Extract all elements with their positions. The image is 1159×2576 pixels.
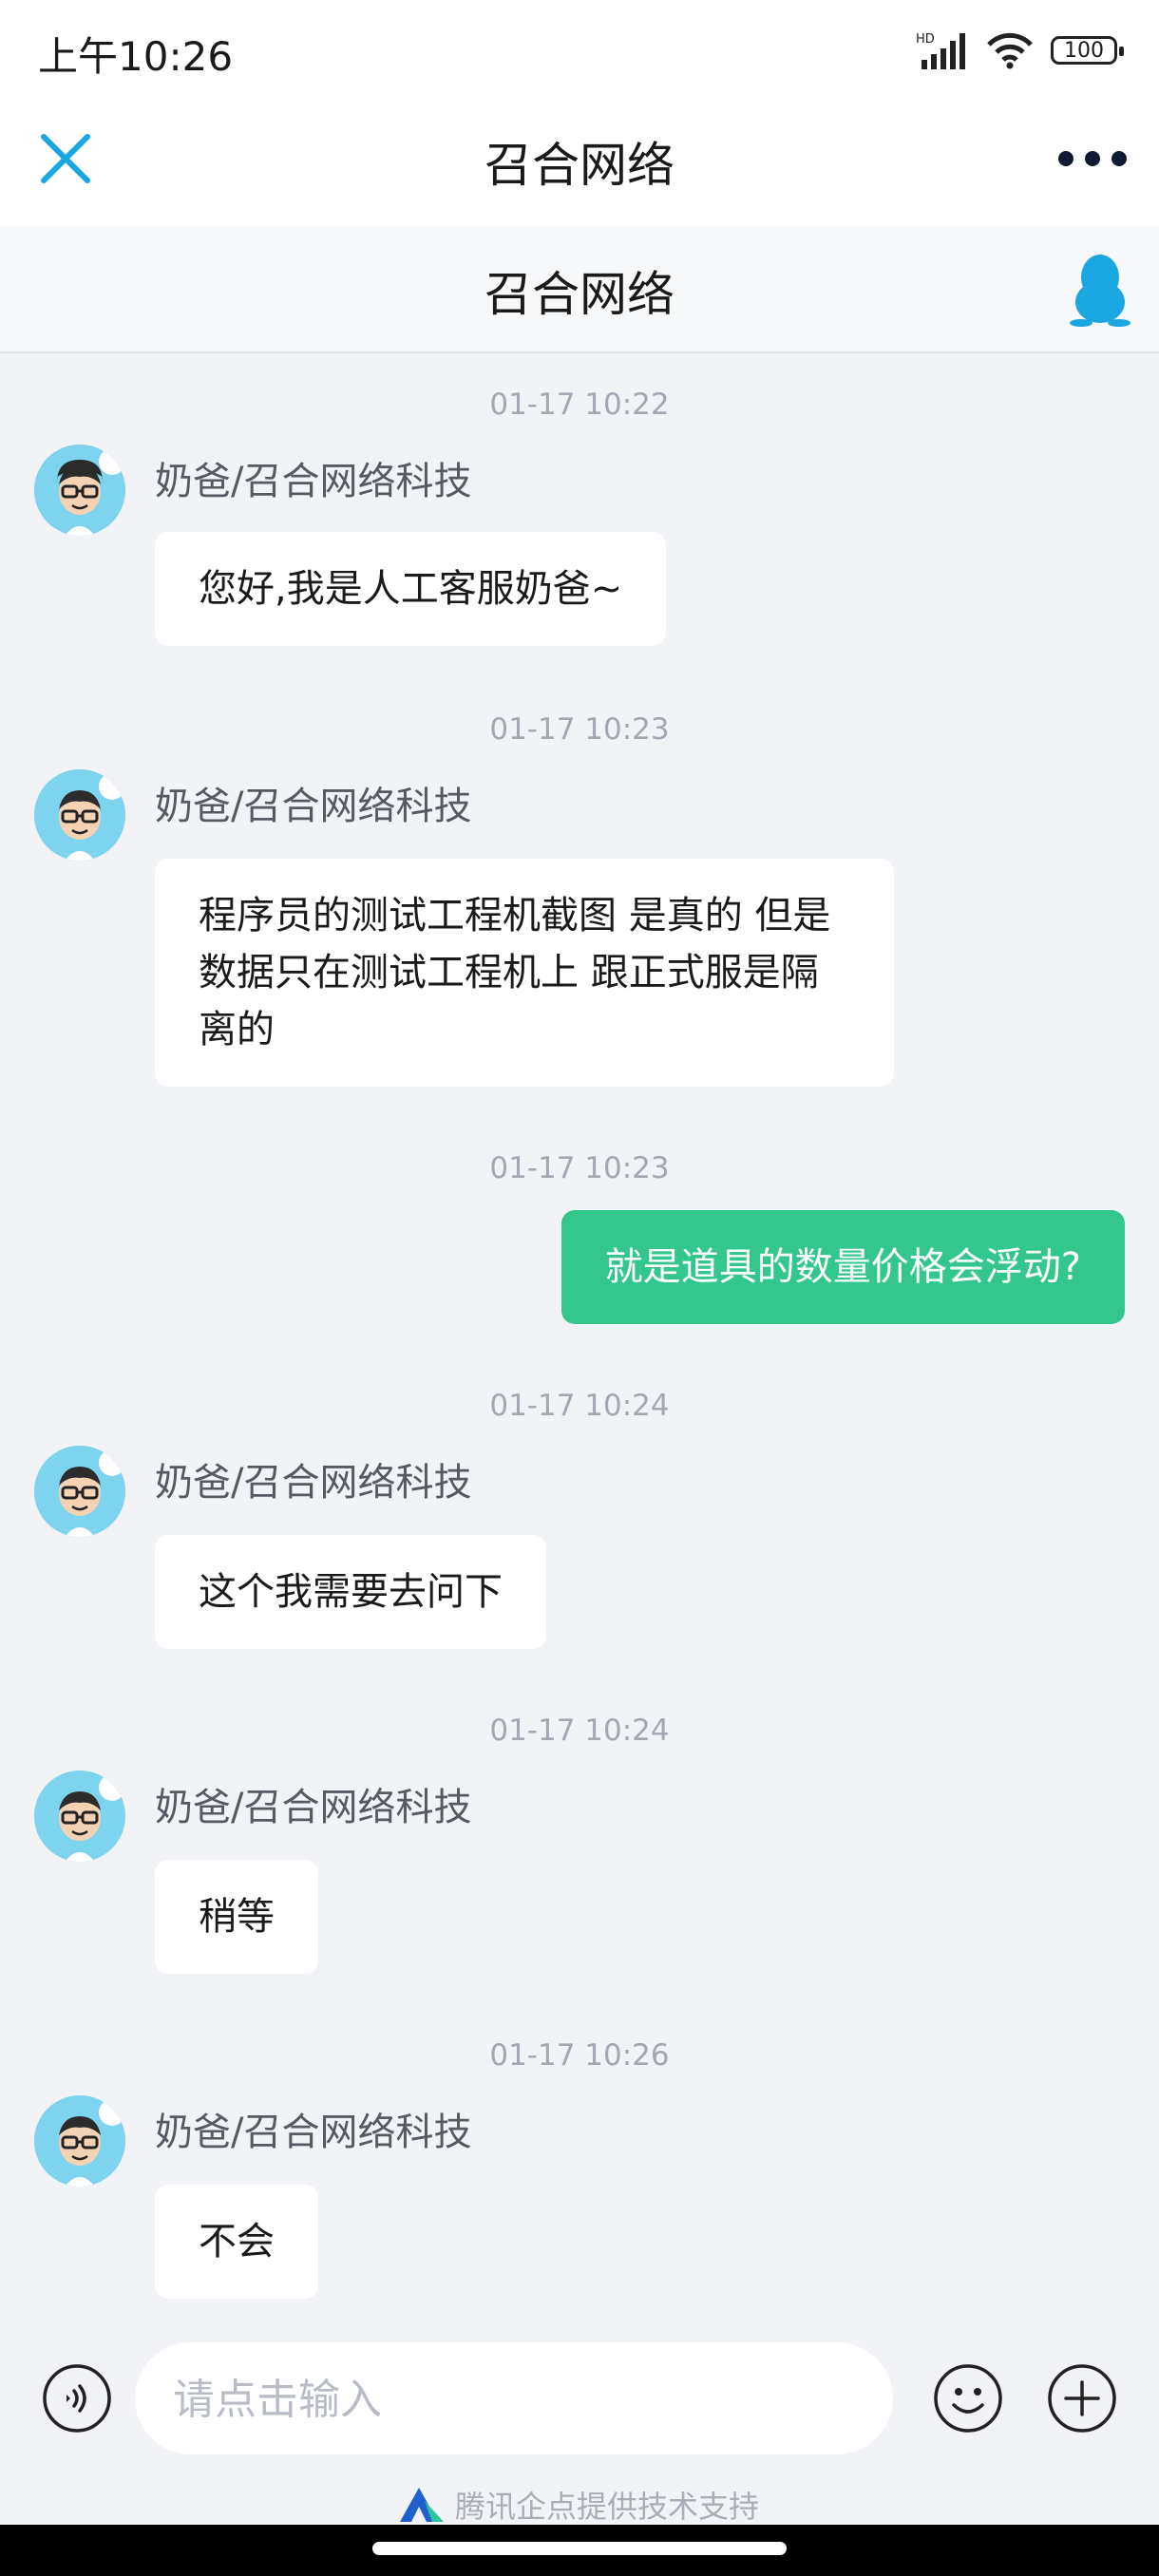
sender-name: 奶爸/召合网络科技 xyxy=(155,1786,472,1829)
agent-avatar-icon xyxy=(34,2095,125,2187)
wifi-icon xyxy=(987,32,1033,69)
tencent-qidian-logo-icon xyxy=(399,2488,444,2522)
chat-messages[interactable]: 01-17 10:22 奶爸/召合网络科技 您好,我是人工客服奶爸~ 01-17… xyxy=(0,353,1159,2323)
avatar[interactable] xyxy=(34,769,125,861)
nav-title: 召合网络 xyxy=(484,138,674,193)
qq-penguin-icon[interactable] xyxy=(1068,251,1132,327)
system-navigation-bar xyxy=(0,2525,1159,2576)
message-bubble[interactable]: 不会 xyxy=(155,2185,318,2299)
more-options-icon[interactable] xyxy=(1054,135,1130,182)
message-timestamp: 01-17 10:23 xyxy=(489,712,670,747)
message-bubble[interactable]: 您好,我是人工客服奶爸~ xyxy=(155,532,667,646)
message-input[interactable] xyxy=(171,2342,859,2456)
top-nav: 召合网络 xyxy=(0,99,1159,226)
chat-header: 召合网络 xyxy=(0,226,1159,353)
add-attachment-icon[interactable] xyxy=(1047,2363,1117,2434)
status-icons: HD 100 xyxy=(916,28,1124,72)
message-input-box[interactable] xyxy=(135,2342,893,2456)
avatar[interactable] xyxy=(34,1771,125,1862)
status-bar: 上午10:26 HD 100 xyxy=(0,0,1159,99)
agent-avatar-icon xyxy=(34,445,125,536)
message-bubble[interactable]: 程序员的测试工程机截图 是真的 但是 数据只在测试工程机上 跟正式服是隔离的 xyxy=(155,859,894,1087)
message-timestamp: 01-17 10:22 xyxy=(489,388,670,422)
message-timestamp: 01-17 10:26 xyxy=(489,2038,670,2073)
powered-by-text: 腾讯企点提供技术支持 xyxy=(454,2489,759,2525)
avatar[interactable] xyxy=(34,2095,125,2187)
message-bubble[interactable]: 稍等 xyxy=(155,1860,318,1974)
sender-name: 奶爸/召合网络科技 xyxy=(155,1461,472,1505)
agent-avatar-icon xyxy=(34,1446,125,1537)
message-timestamp: 01-17 10:24 xyxy=(489,1389,670,1423)
avatar[interactable] xyxy=(34,1446,125,1537)
sender-name: 奶爸/召合网络科技 xyxy=(155,785,472,828)
message-timestamp: 01-17 10:23 xyxy=(489,1151,670,1185)
emoji-icon[interactable] xyxy=(933,2363,1003,2434)
chat-title: 召合网络 xyxy=(484,267,674,322)
sender-name: 奶爸/召合网络科技 xyxy=(155,460,472,503)
agent-avatar-icon xyxy=(34,1771,125,1862)
battery-icon: 100 xyxy=(1051,36,1124,65)
avatar[interactable] xyxy=(34,445,125,536)
my-message-bubble[interactable]: 就是道具的数量价格会浮动? xyxy=(560,1210,1125,1324)
input-bar: 腾讯企点提供技术支持 xyxy=(0,2323,1159,2525)
voice-input-icon[interactable] xyxy=(42,2363,112,2434)
message-timestamp: 01-17 10:24 xyxy=(489,1714,670,1748)
sender-name: 奶爸/召合网络科技 xyxy=(155,2111,472,2154)
battery-level: 100 xyxy=(1064,38,1104,63)
signal-icon: HD xyxy=(916,32,965,69)
status-time: 上午10:26 xyxy=(38,33,234,80)
powered-by: 腾讯企点提供技术支持 xyxy=(0,2483,1159,2527)
home-indicator[interactable] xyxy=(372,2542,787,2555)
agent-avatar-icon xyxy=(34,769,125,861)
network-type-label: HD xyxy=(916,32,935,47)
message-bubble[interactable]: 这个我需要去问下 xyxy=(155,1535,546,1649)
